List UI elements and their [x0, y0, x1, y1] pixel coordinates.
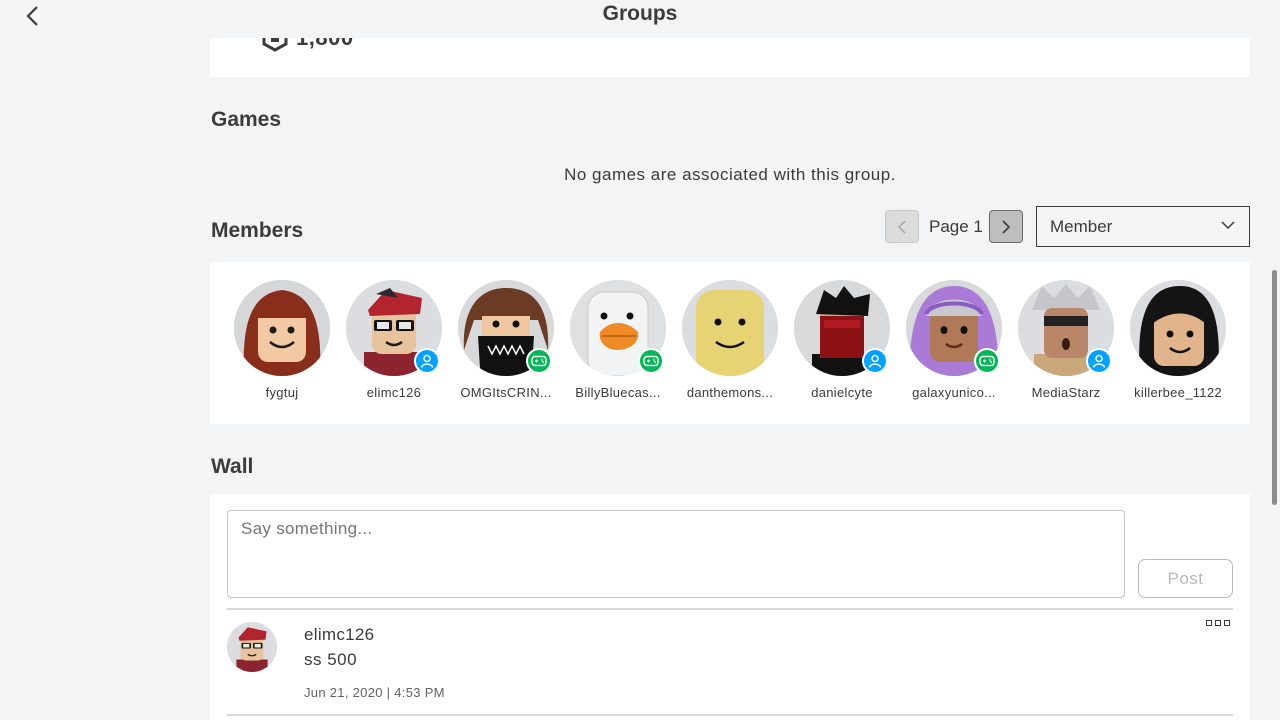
member-name: elimc126	[366, 385, 422, 400]
post-more-options-icon[interactable]	[1206, 620, 1234, 630]
post-timestamp: Jun 21, 2020 | 4:53 PM	[304, 685, 445, 700]
avatar	[682, 280, 778, 376]
top-bar: Groups	[0, 0, 1280, 38]
scrollbar[interactable]	[1272, 270, 1277, 505]
member-item[interactable]: BillyBluecas...	[562, 280, 674, 400]
online-badge	[862, 348, 888, 374]
gamepad-icon	[531, 355, 547, 367]
member-item[interactable]: danielcyte	[786, 280, 898, 400]
avatar	[1130, 280, 1226, 376]
post-username[interactable]: elimc126	[304, 625, 374, 645]
page-label: Page 1	[929, 216, 983, 236]
gamepad-icon	[643, 355, 659, 367]
member-item[interactable]: killerbee_1122	[1122, 280, 1234, 400]
in-game-badge	[526, 348, 552, 374]
divider	[227, 608, 1233, 610]
member-name: killerbee_1122	[1134, 385, 1222, 400]
member-item[interactable]: elimc126	[338, 280, 450, 400]
avatar	[906, 280, 1002, 376]
members-title: Members	[211, 219, 304, 242]
members-card: fygtuj elimc126 OMGItsCRIN... BillyBluec…	[210, 262, 1250, 424]
user-icon	[868, 354, 882, 368]
page-title: Groups	[602, 2, 678, 25]
prev-page-button[interactable]	[885, 210, 919, 243]
divider	[227, 714, 1233, 716]
wall-post-input[interactable]	[227, 510, 1125, 598]
member-name: danthemons...	[686, 385, 774, 400]
chevron-down-icon	[1221, 221, 1235, 230]
in-game-badge	[638, 348, 664, 374]
chevron-right-icon	[1002, 219, 1011, 234]
post-button[interactable]: Post	[1138, 559, 1233, 598]
member-item[interactable]: danthemons...	[674, 280, 786, 400]
games-title: Games	[211, 108, 282, 131]
in-game-badge	[974, 348, 1000, 374]
avatar	[234, 280, 330, 376]
no-games-message: No games are associated with this group.	[564, 165, 896, 184]
online-badge	[414, 348, 440, 374]
chevron-left-icon	[897, 219, 906, 234]
next-page-button[interactable]	[988, 210, 1023, 243]
wall-card: Post elimc126 ss 500 Jun 21, 2020 | 4:53…	[210, 494, 1250, 720]
user-icon	[420, 354, 434, 368]
member-name: OMGItsCRIN...	[460, 385, 552, 400]
role-dropdown[interactable]: Member	[1036, 206, 1250, 247]
member-item[interactable]: OMGItsCRIN...	[450, 280, 562, 400]
post-body: ss 500	[304, 650, 358, 669]
member-name: galaxyunico...	[912, 385, 996, 400]
member-item[interactable]: galaxyunico...	[898, 280, 1010, 400]
user-icon	[1092, 354, 1106, 368]
member-name: BillyBluecas...	[575, 385, 661, 400]
member-item[interactable]: fygtuj	[226, 280, 338, 400]
wall-title: Wall	[211, 455, 254, 478]
online-badge	[1086, 348, 1112, 374]
avatar	[346, 280, 442, 376]
avatar	[794, 280, 890, 376]
avatar	[1018, 280, 1114, 376]
gamepad-icon	[979, 355, 995, 367]
post-avatar[interactable]	[227, 622, 277, 672]
avatar	[458, 280, 554, 376]
member-item[interactable]: MediaStarz	[1010, 280, 1122, 400]
avatar	[570, 280, 666, 376]
member-name: fygtuj	[265, 385, 299, 400]
member-name: MediaStarz	[1031, 385, 1101, 400]
members-pager: Page 1	[885, 210, 1023, 243]
member-name: danielcyte	[811, 385, 873, 400]
role-dropdown-value: Member	[1050, 216, 1113, 236]
